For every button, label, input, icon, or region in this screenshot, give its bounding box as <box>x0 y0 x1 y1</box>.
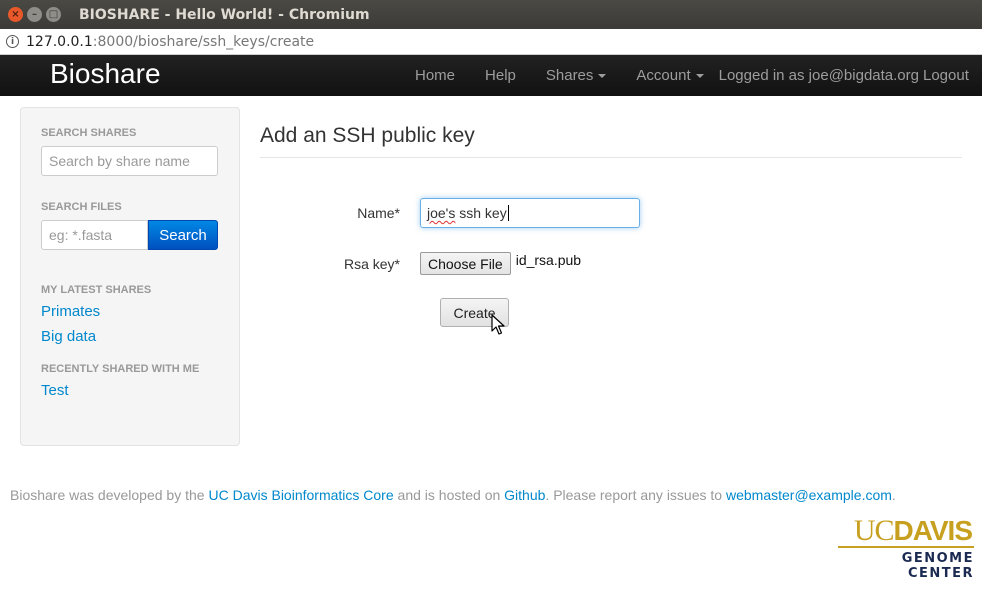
navbar: Bioshare Home Help Shares Account Logged… <box>0 55 982 96</box>
logo-subtitle: GENOME CENTER <box>901 551 974 581</box>
logo-uc: UC <box>853 514 895 547</box>
search-files-button[interactable]: Search <box>148 220 218 250</box>
text-cursor <box>507 205 509 221</box>
footer-text-4: . <box>891 487 896 503</box>
name-value-rest: ssh key <box>455 205 507 221</box>
share-link-test[interactable]: Test <box>41 382 219 399</box>
logo-wordmark: UCDAVIS <box>838 515 974 546</box>
ucdavis-genome-center-logo: UCDAVIS GENOME CENTER <box>838 515 974 581</box>
address-bar[interactable]: i 127.0.0.1:8000/bioshare/ssh_keys/creat… <box>0 29 982 55</box>
logged-in-text: Logged in as joe@bigdata.org <box>718 67 919 84</box>
footer-text-1: Bioshare was developed by the <box>10 487 209 503</box>
search-files-group: eg: *.fasta Search <box>41 220 219 250</box>
footer-text-2: and is hosted on <box>393 487 505 503</box>
nav-shares-label: Shares <box>545 67 594 84</box>
choose-file-button[interactable]: Choose File <box>420 252 511 275</box>
footer-text-3: . Please report any issues to <box>545 487 726 503</box>
logout-link[interactable]: Logout <box>923 67 969 84</box>
name-label: Name* <box>357 205 400 221</box>
window-maximize-button[interactable]: □ <box>46 7 61 22</box>
github-link[interactable]: Github <box>504 487 545 503</box>
sidebar: SEARCH SHARES Search by share name SEARC… <box>20 107 240 446</box>
search-shares-input[interactable]: Search by share name <box>41 146 218 176</box>
window-minimize-button[interactable]: – <box>27 7 42 22</box>
url-host: 127.0.0.1 <box>26 33 93 50</box>
window-title: BIOSHARE - Hello World! - Chromium <box>79 6 370 23</box>
share-link-big-data[interactable]: Big data <box>41 328 219 345</box>
caret-down-icon <box>695 74 704 79</box>
share-link-primates[interactable]: Primates <box>41 303 219 320</box>
selected-file-name: id_rsa.pub <box>515 251 582 268</box>
info-icon[interactable]: i <box>6 35 19 48</box>
rsa-form-row: Rsa key* Choose File id_rsa.pub <box>260 252 581 275</box>
rsa-key-label: Rsa key* <box>343 255 400 272</box>
caret-down-icon <box>598 74 607 79</box>
url-path: :8000/bioshare/ssh_keys/create <box>92 33 315 50</box>
nav-home[interactable]: Home <box>400 67 470 84</box>
page-title: Add an SSH public key <box>260 124 962 158</box>
nav-shares-dropdown[interactable]: Shares <box>531 67 622 84</box>
name-input[interactable]: joe's ssh key <box>420 198 640 228</box>
bioinformatics-core-link[interactable]: UC Davis Bioinformatics Core <box>208 487 393 503</box>
window-titlebar: × – □ BIOSHARE - Hello World! - Chromium <box>0 0 982 29</box>
nav-account-label: Account <box>636 67 691 84</box>
recently-shared-header: RECENTLY SHARED WITH ME <box>41 363 200 375</box>
logo-davis: DAVIS <box>893 515 973 546</box>
search-shares-header: SEARCH SHARES <box>41 127 137 139</box>
main-content: Add an SSH public key <box>260 107 962 158</box>
nav-help[interactable]: Help <box>470 67 531 84</box>
nav-menu: Home Help Shares Account Logged in as jo… <box>400 55 969 96</box>
window-close-button[interactable]: × <box>8 7 23 22</box>
latest-shares-header: MY LATEST SHARES <box>41 284 152 296</box>
search-files-input[interactable]: eg: *.fasta <box>41 220 148 250</box>
nav-account-dropdown[interactable]: Account <box>621 67 718 84</box>
search-files-header: SEARCH FILES <box>41 201 122 213</box>
name-form-row: Name* joe's ssh key <box>260 198 640 228</box>
name-value-misspelled: joe's <box>427 205 456 221</box>
mouse-pointer-icon <box>491 314 505 335</box>
latest-shares-list: Primates Big data <box>41 303 219 345</box>
footer: Bioshare was developed by the UC Davis B… <box>10 487 896 503</box>
brand-logo[interactable]: Bioshare <box>50 58 161 90</box>
recently-shared-list: Test <box>41 382 219 399</box>
webmaster-email-link[interactable]: webmaster@example.com <box>726 487 892 503</box>
